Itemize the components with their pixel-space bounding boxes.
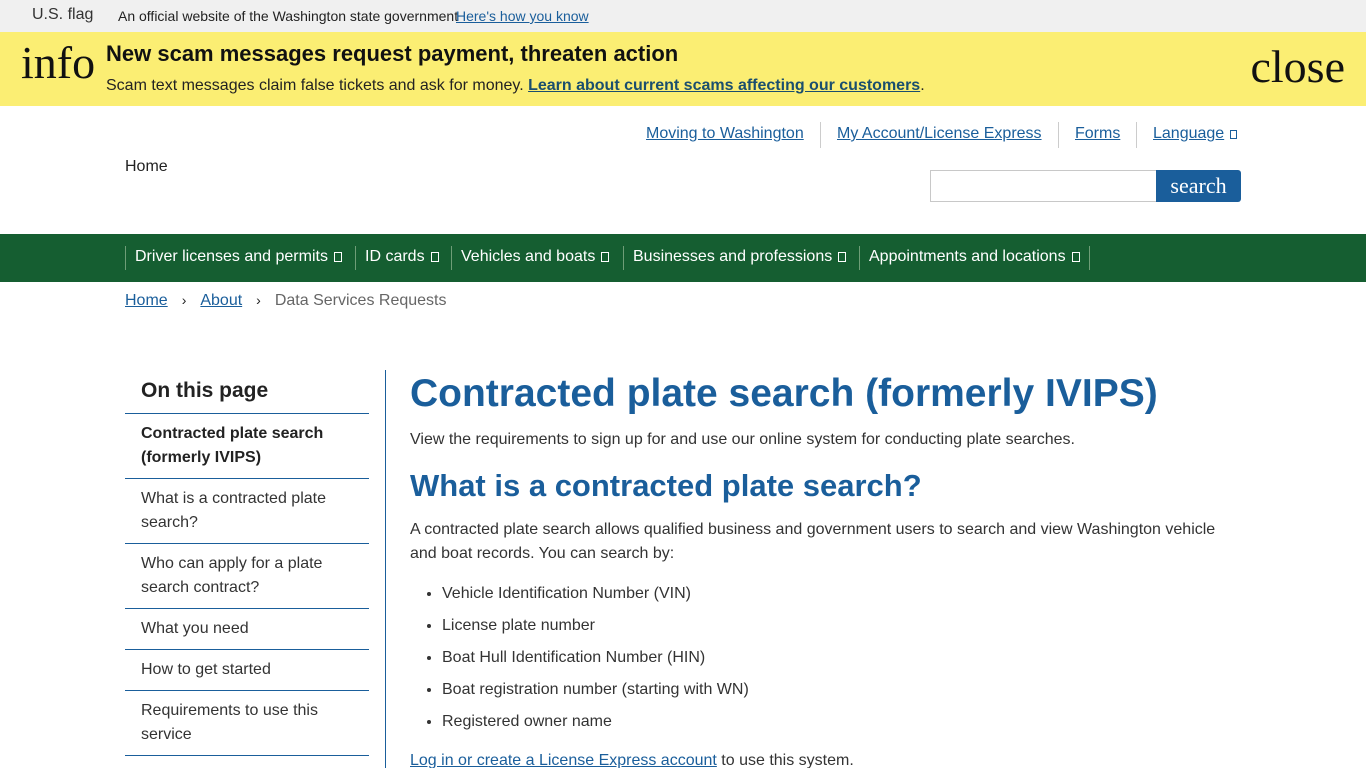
- alert-body-suffix: .: [920, 77, 925, 94]
- alert-body-text: Scam text messages claim false tickets a…: [106, 77, 529, 94]
- scam-alert-banner: info New scam messages request payment, …: [0, 32, 1366, 106]
- main-nav: Driver licenses and permits ID cards Veh…: [0, 234, 1366, 282]
- search-button[interactable]: search: [1156, 170, 1241, 202]
- list-item: Registered owner name: [442, 710, 749, 742]
- info-icon: info: [21, 37, 96, 88]
- search-input[interactable]: [930, 170, 1158, 202]
- nav-label: Driver licenses and permits: [135, 248, 328, 265]
- sidebar-item-who-can-apply[interactable]: Who can apply for a plate search contrac…: [125, 543, 369, 608]
- us-flag-image: U.S. flag: [32, 6, 94, 23]
- list-item: Boat registration number (starting with …: [442, 678, 749, 710]
- chevron-down-icon: [601, 252, 610, 262]
- list-item: License plate number: [442, 614, 749, 646]
- sidebar-item-contracted-plate-search[interactable]: Contracted plate search (formerly IVIPS): [125, 413, 369, 478]
- sidebar-item-how-to-get-started[interactable]: How to get started: [125, 649, 369, 690]
- license-express-login-link[interactable]: Log in or create a License Express accou…: [410, 752, 717, 768]
- language-link[interactable]: Language: [1153, 125, 1238, 143]
- forms-link[interactable]: Forms: [1075, 125, 1120, 143]
- alert-body: Scam text messages claim false tickets a…: [106, 77, 925, 95]
- util-divider: [820, 122, 821, 148]
- close-icon[interactable]: close: [1250, 44, 1345, 90]
- util-divider: [1058, 122, 1059, 148]
- nav-vehicles-boats[interactable]: Vehicles and boats: [451, 246, 618, 270]
- nav-driver-licenses[interactable]: Driver licenses and permits: [125, 246, 351, 270]
- language-label: Language: [1153, 125, 1225, 142]
- my-account-link[interactable]: My Account/License Express: [837, 125, 1042, 143]
- gov-banner-text: An official website of the Washington st…: [118, 8, 459, 24]
- chevron-down-icon: [333, 252, 342, 262]
- breadcrumb-current: Data Services Requests: [274, 292, 447, 309]
- sidebar-divider: [125, 755, 369, 756]
- utility-nav: Moving to Washington My Account/License …: [0, 122, 1366, 148]
- nav-label: Vehicles and boats: [461, 248, 596, 265]
- login-paragraph-text: to use this system.: [716, 752, 854, 768]
- breadcrumb-home[interactable]: Home: [125, 292, 168, 309]
- gov-banner: U.S. flag An official website of the Was…: [0, 0, 1366, 32]
- chevron-down-icon: [1230, 130, 1238, 139]
- page-title: Contracted plate search (formerly IVIPS): [410, 372, 1158, 415]
- nav-businesses[interactable]: Businesses and professions: [623, 246, 855, 270]
- nav-label: ID cards: [365, 248, 425, 265]
- heres-how-you-know-link[interactable]: Here's how you know: [456, 8, 589, 24]
- chevron-down-icon: [1071, 252, 1080, 262]
- home-logo[interactable]: Home: [125, 158, 168, 176]
- list-item: Vehicle Identification Number (VIN): [442, 582, 749, 614]
- nav-appointments[interactable]: Appointments and locations: [859, 246, 1090, 270]
- sidebar-item-what-is[interactable]: What is a contracted plate search?: [125, 478, 369, 543]
- util-divider: [1136, 122, 1137, 148]
- section-heading: What is a contracted plate search?: [410, 468, 922, 503]
- sidebar-item-what-you-need[interactable]: What you need: [125, 608, 369, 649]
- nav-label: Appointments and locations: [869, 248, 1066, 265]
- sidebar-item-requirements[interactable]: Requirements to use this service: [125, 690, 369, 755]
- lead-paragraph: View the requirements to sign up for and…: [410, 431, 1075, 448]
- moving-to-washington-link[interactable]: Moving to Washington: [646, 125, 804, 143]
- sidebar-rule: [385, 370, 386, 768]
- section-paragraph: A contracted plate search allows qualifi…: [410, 521, 1216, 562]
- breadcrumb-about[interactable]: About: [200, 292, 242, 309]
- search-by-list: Vehicle Identification Number (VIN) Lice…: [442, 582, 749, 742]
- alert-title: New scam messages request payment, threa…: [106, 41, 679, 66]
- chevron-down-icon: [430, 252, 439, 262]
- breadcrumb: Home › About › Data Services Requests: [125, 292, 446, 310]
- list-item: Boat Hull Identification Number (HIN): [442, 646, 749, 678]
- breadcrumb-separator: ›: [256, 292, 261, 308]
- sidebar-title: On this page: [141, 379, 269, 402]
- nav-id-cards[interactable]: ID cards: [355, 246, 448, 270]
- learn-about-scams-link[interactable]: Learn about current scams affecting our …: [528, 77, 920, 94]
- breadcrumb-separator: ›: [181, 292, 187, 308]
- login-paragraph: Log in or create a License Express accou…: [410, 752, 854, 768]
- nav-label: Businesses and professions: [633, 248, 833, 265]
- chevron-down-icon: [838, 252, 847, 262]
